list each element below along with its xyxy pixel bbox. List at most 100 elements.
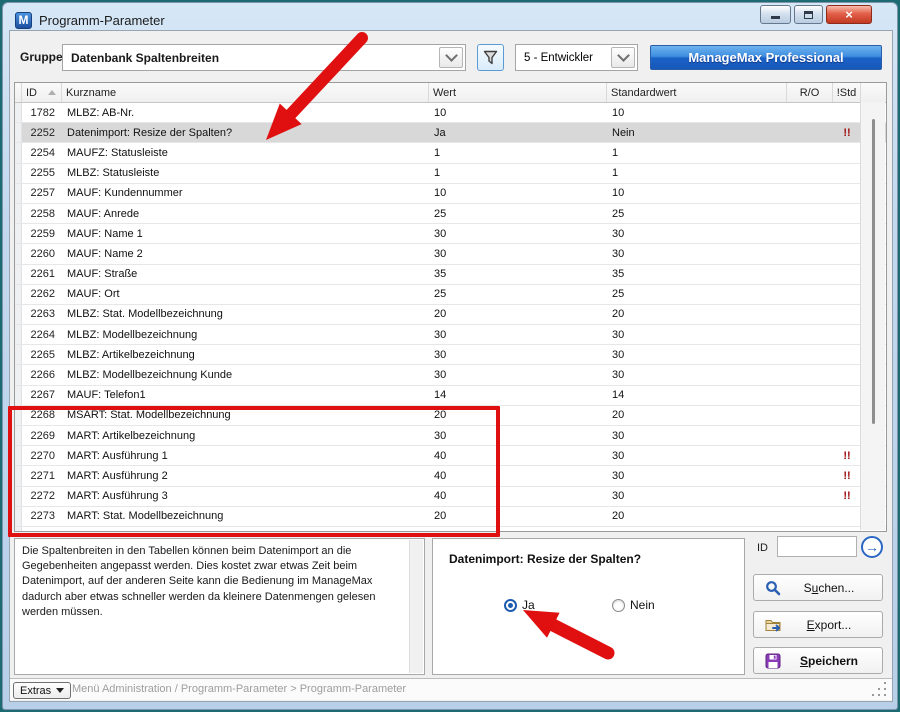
column-header-kurzname[interactable]: Kurzname xyxy=(62,83,429,102)
cell-id: 2261 xyxy=(22,265,62,284)
cell-gutter xyxy=(15,204,22,223)
column-header-wert[interactable]: Wert xyxy=(429,83,607,102)
resize-grip[interactable] xyxy=(872,682,886,696)
cell-id: 2267 xyxy=(22,386,62,405)
table-row[interactable]: 2257MAUF: Kundennummer1010 xyxy=(15,184,886,204)
cell-nstd xyxy=(833,325,861,344)
radio-option-ja[interactable]: Ja xyxy=(504,598,535,612)
chevron-down-icon xyxy=(617,49,630,62)
cell-kurzname: MLBZ: Artikelbezeichnung xyxy=(62,345,429,364)
table-row[interactable]: 2254MAUFZ: Statusleiste11 xyxy=(15,143,886,163)
table-row[interactable]: 2265MLBZ: Artikelbezeichnung3030 xyxy=(15,345,886,365)
cell-ro xyxy=(787,103,833,122)
cell-id: 2264 xyxy=(22,325,62,344)
minimize-icon xyxy=(771,16,780,19)
annotation-rectangle xyxy=(8,406,500,537)
cell-id: 2257 xyxy=(22,184,62,203)
save-button[interactable]: Speichern xyxy=(753,647,883,674)
cell-nstd: !! xyxy=(833,446,861,465)
dropdown-arrow-icon xyxy=(56,688,64,693)
cell-nstd xyxy=(833,345,861,364)
cell-nstd xyxy=(833,426,861,445)
table-row[interactable]: 2264MLBZ: Modellbezeichnung3030 xyxy=(15,325,886,345)
radio-option-nein[interactable]: Nein xyxy=(612,598,655,612)
header-filler xyxy=(861,83,886,102)
table-row[interactable]: 2263MLBZ: Stat. Modellbezeichnung2020 xyxy=(15,305,886,325)
column-header-id[interactable]: ID xyxy=(22,83,62,102)
cell-nstd xyxy=(833,184,861,203)
cell-standardwert: 30 xyxy=(607,244,787,263)
group-dropdown-button[interactable] xyxy=(439,47,463,68)
description-scrollbar[interactable] xyxy=(409,540,423,673)
radio-button-icon[interactable] xyxy=(504,599,517,612)
description-text: Die Spaltenbreiten in den Tabellen könne… xyxy=(22,544,402,620)
maximize-button[interactable] xyxy=(794,5,823,24)
cell-ro xyxy=(787,527,833,532)
group-dropdown[interactable]: Datenbank Spaltenbreiten xyxy=(62,44,466,71)
cell-ro xyxy=(787,265,833,284)
table-row[interactable]: 2262MAUF: Ort2525 xyxy=(15,285,886,305)
minimize-button[interactable] xyxy=(760,5,791,24)
table-row[interactable]: 2252Datenimport: Resize der Spalten?JaNe… xyxy=(15,123,886,143)
table-row[interactable]: 2261MAUF: Straße3535 xyxy=(15,265,886,285)
cell-standardwert: 20 xyxy=(607,507,787,526)
status-bar: Extras Menü Administration / Programm-Pa… xyxy=(10,678,892,700)
cell-kurzname: Datenimport: Resize der Spalten? xyxy=(62,123,429,142)
table-row[interactable]: 2267MAUF: Telefon11414 xyxy=(15,386,886,406)
column-header-ro[interactable]: R/O xyxy=(787,83,833,102)
extras-menu-button[interactable]: Extras xyxy=(13,682,71,699)
table-row[interactable]: 2266MLBZ: Modellbezeichnung Kunde3030 xyxy=(15,365,886,385)
id-input[interactable] xyxy=(777,536,857,557)
table-vertical-scrollbar[interactable] xyxy=(860,102,885,530)
table-row[interactable]: 2258MAUF: Anrede2525 xyxy=(15,204,886,224)
cell-ro xyxy=(787,244,833,263)
cell-kurzname: MAUF: Telefon1 xyxy=(62,386,429,405)
cell-nstd xyxy=(833,527,861,532)
cell-gutter xyxy=(15,265,22,284)
export-button[interactable]: Export... xyxy=(753,611,883,638)
cell-ro xyxy=(787,184,833,203)
cell-id: 2265 xyxy=(22,345,62,364)
privilege-dropdown-button[interactable] xyxy=(611,47,635,68)
cell-id: 2262 xyxy=(22,285,62,304)
cell-ro xyxy=(787,446,833,465)
column-header-standardwert[interactable]: Standardwert xyxy=(607,83,787,102)
cell-standardwert: 1 xyxy=(607,143,787,162)
search-button[interactable]: Suchen... xyxy=(753,574,883,601)
radio-button-icon[interactable] xyxy=(612,599,625,612)
cell-nstd xyxy=(833,143,861,162)
scrollbar-thumb[interactable] xyxy=(872,119,875,424)
cell-id: 2263 xyxy=(22,305,62,324)
cell-kurzname: MAUF: Ort xyxy=(62,285,429,304)
cell-id: 2260 xyxy=(22,244,62,263)
cell-ro xyxy=(787,143,833,162)
filter-button[interactable] xyxy=(477,44,504,71)
cell-wert: 10 xyxy=(429,184,607,203)
table-row[interactable]: 2255MLBZ: Statusleiste11 xyxy=(15,164,886,184)
cell-kurzname: MAUFZ: Statusleiste xyxy=(62,143,429,162)
cell-wert: Ja xyxy=(429,123,607,142)
cell-nstd xyxy=(833,224,861,243)
cell-standardwert: 35 xyxy=(607,265,787,284)
goto-id-button[interactable]: → xyxy=(861,536,883,558)
cell-id: 1782 xyxy=(22,103,62,122)
table-row[interactable]: 1782MLBZ: AB-Nr.1010 xyxy=(15,103,886,123)
column-header-nstd[interactable]: !Std xyxy=(833,83,861,102)
cell-ro xyxy=(787,204,833,223)
cell-kurzname: MLBZ: Statusleiste xyxy=(62,164,429,183)
cell-wert: 1 xyxy=(429,164,607,183)
cell-nstd xyxy=(833,244,861,263)
close-icon: × xyxy=(845,7,853,22)
search-icon xyxy=(765,580,781,596)
privilege-dropdown[interactable]: 5 - Entwickler xyxy=(515,44,638,71)
cell-ro xyxy=(787,487,833,506)
cell-gutter xyxy=(15,325,22,344)
cell-nstd xyxy=(833,103,861,122)
description-panel[interactable]: Die Spaltenbreiten in den Tabellen könne… xyxy=(14,538,425,675)
close-button[interactable]: × xyxy=(826,5,872,24)
cell-wert: 10 xyxy=(429,103,607,122)
save-floppy-icon xyxy=(765,653,781,669)
table-row[interactable]: 2259MAUF: Name 13030 xyxy=(15,224,886,244)
table-row[interactable]: 2260MAUF: Name 23030 xyxy=(15,244,886,264)
client-area: Gruppe: Datenbank Spaltenbreiten 5 - Ent… xyxy=(9,30,893,702)
